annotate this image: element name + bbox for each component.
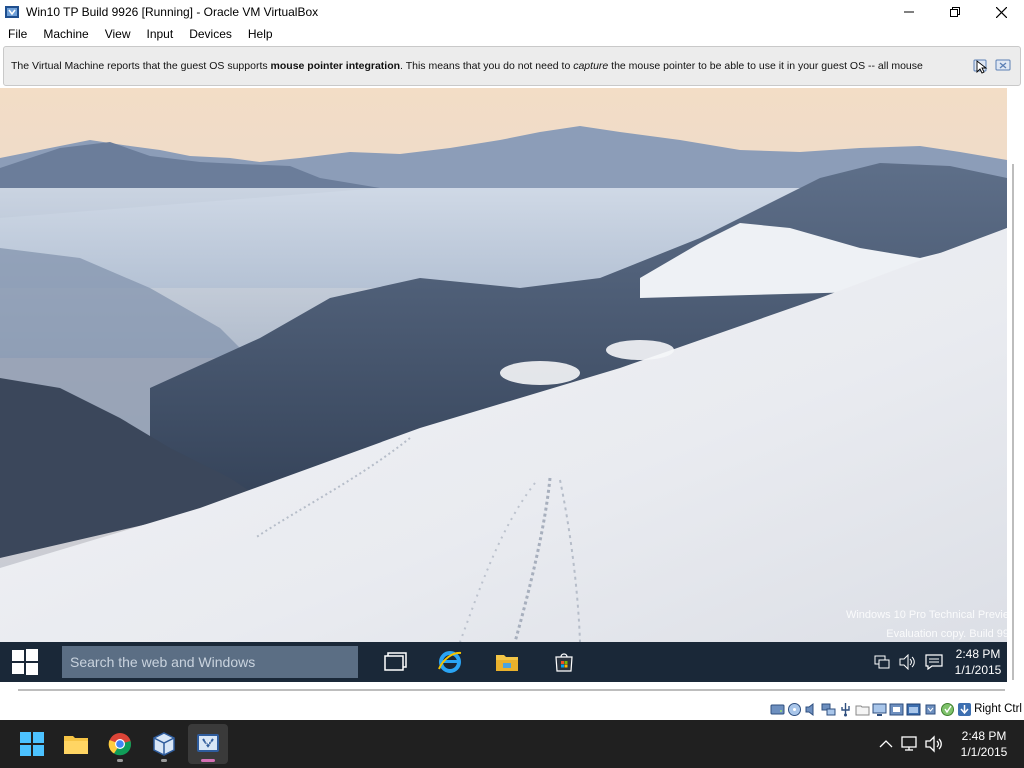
minimize-icon	[904, 11, 914, 13]
virtualbox-icon	[153, 732, 175, 756]
menu-bar: File Machine View Input Devices Help	[0, 24, 1024, 44]
guest-volume-button[interactable]	[897, 651, 919, 673]
window-titlebar[interactable]: Win10 TP Build 9926 [Running] - Oracle V…	[0, 0, 1024, 24]
cpu-icon[interactable]	[923, 702, 938, 717]
chevron-up-icon	[879, 740, 893, 748]
store-icon	[555, 653, 573, 672]
virtualbox-vm-icon: 10	[197, 734, 219, 752]
host-volume-button[interactable]	[922, 732, 946, 756]
audio-icon[interactable]	[804, 702, 819, 717]
host-network-button[interactable]	[898, 732, 922, 756]
volume-icon	[899, 654, 915, 670]
running-indicator	[161, 759, 167, 762]
watermark-line1: Windows 10 Pro Technical Previe	[845, 609, 1007, 621]
notice-text-part1: The Virtual Machine reports that the gue…	[11, 60, 271, 72]
mouse-integration-notice: The Virtual Machine reports that the gue…	[3, 46, 1021, 86]
window-title: Win10 TP Build 9926 [Running] - Oracle V…	[26, 5, 319, 19]
guest-internet-explorer-button[interactable]	[436, 648, 464, 676]
notice-text-part3: the mouse pointer to be able to use it i…	[608, 60, 923, 72]
host-key-label: Right Ctrl	[974, 703, 1022, 715]
minimize-button[interactable]	[886, 0, 932, 24]
network-icon	[901, 736, 917, 751]
notice-text-bold: mouse pointer integration	[270, 60, 401, 72]
guest-start-button[interactable]	[0, 642, 50, 682]
maximize-button[interactable]	[932, 0, 978, 24]
internet-explorer-icon	[438, 651, 462, 673]
guest-search-box[interactable]: Search the web and Windows	[62, 646, 358, 678]
menu-input[interactable]: Input	[139, 24, 182, 44]
network-adapter-icon[interactable]	[821, 702, 836, 717]
menu-file[interactable]: File	[0, 24, 35, 44]
optical-drive-icon[interactable]	[787, 702, 802, 717]
network-icon	[874, 655, 890, 669]
active-indicator	[201, 759, 215, 762]
host-show-hidden-icons[interactable]	[874, 732, 898, 756]
host-clock-time: 2:48 PM	[961, 729, 1007, 743]
shared-folders-icon[interactable]	[855, 702, 870, 717]
restore-icon	[950, 7, 960, 17]
file-explorer-icon	[496, 655, 518, 671]
notice-text: The Virtual Machine reports that the gue…	[4, 60, 972, 72]
guest-task-view-button[interactable]	[382, 648, 410, 676]
guest-clock[interactable]: 2:48 PM 1/1/2015	[949, 646, 1007, 678]
notice-text-part2: . This means that you do not need to	[400, 60, 574, 72]
desktop-wallpaper	[0, 88, 1007, 682]
video-capture-icon[interactable]	[889, 702, 904, 717]
host-vm-window-button[interactable]: 10	[188, 724, 228, 764]
menu-machine[interactable]: Machine	[35, 24, 96, 44]
display-icon[interactable]	[872, 702, 887, 717]
file-explorer-icon	[64, 736, 88, 754]
menu-view[interactable]: View	[97, 24, 139, 44]
guest-search-placeholder: Search the web and Windows	[70, 654, 256, 670]
host-clock[interactable]: 2:48 PM 1/1/2015	[952, 728, 1016, 760]
vertical-scrollbar[interactable]	[1012, 164, 1014, 680]
vm-status-bar: Right Ctrl	[0, 700, 1024, 720]
menu-devices[interactable]: Devices	[181, 24, 240, 44]
mouse-integration-icon[interactable]	[940, 702, 955, 717]
host-chrome-button[interactable]	[100, 724, 140, 764]
guest-display[interactable]: Windows 10 Pro Technical Previe Evaluati…	[0, 88, 1007, 682]
download-icon[interactable]	[957, 702, 972, 717]
vm-window-icon[interactable]	[906, 702, 921, 717]
usb-icon[interactable]	[838, 702, 853, 717]
horizontal-scrollbar[interactable]	[18, 689, 1005, 691]
hard-disk-icon[interactable]	[770, 702, 785, 717]
host-taskbar: 10 2:48 PM 1/1/2015	[0, 720, 1024, 768]
windows-start-icon	[20, 732, 44, 756]
close-icon	[995, 6, 1007, 18]
close-button[interactable]	[978, 0, 1024, 24]
watermark-line2: Evaluation copy. Build 99	[886, 628, 1007, 640]
host-clock-date: 1/1/2015	[960, 745, 1008, 759]
menu-help[interactable]: Help	[240, 24, 281, 44]
guest-network-button[interactable]	[871, 651, 893, 673]
notice-mouse-icon[interactable]	[972, 57, 990, 75]
notice-text-italic: capture	[573, 60, 609, 72]
svg-text:10: 10	[204, 740, 212, 747]
volume-icon	[925, 735, 942, 753]
chrome-icon	[108, 733, 132, 756]
guest-clock-time: 2:48 PM	[955, 647, 1001, 661]
guest-taskbar: Search the web and Windows 2:48 PM 1/1/2…	[0, 642, 1007, 682]
running-indicator	[117, 759, 123, 762]
guest-file-explorer-button[interactable]	[493, 648, 521, 676]
virtualbox-app-icon	[5, 6, 19, 18]
notice-close-icon[interactable]	[994, 57, 1012, 75]
guest-action-center-button[interactable]	[923, 651, 945, 673]
host-virtualbox-button[interactable]	[144, 724, 184, 764]
host-file-explorer-button[interactable]	[56, 724, 96, 764]
windows-logo-icon	[12, 649, 38, 675]
action-center-icon	[925, 654, 943, 670]
host-start-button[interactable]	[12, 724, 52, 764]
task-view-icon	[384, 652, 407, 671]
horizontal-scroll-area	[0, 682, 1024, 700]
guest-clock-date: 1/1/2015	[954, 663, 1002, 677]
guest-store-button[interactable]	[550, 648, 578, 676]
